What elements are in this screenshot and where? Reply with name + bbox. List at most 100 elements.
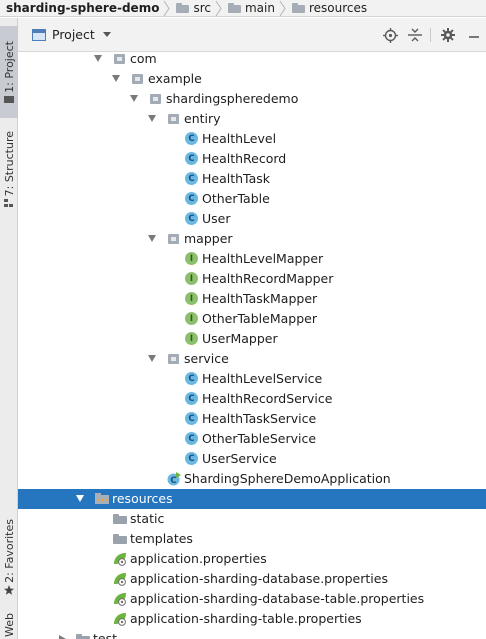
tree-node-label: ShardingSphereDemoApplication — [184, 471, 391, 486]
tree-node-interface[interactable]: I UserMapper — [18, 329, 486, 349]
collapse-icon — [408, 28, 422, 42]
tree-node-label: application-sharding-table.properties — [130, 611, 362, 626]
package-icon — [168, 234, 179, 244]
tree-node-label: OtherTableService — [202, 431, 317, 446]
tool-window-strip: 1: Project 7: Structure 2: Favorites Web — [0, 18, 18, 639]
tab-favorites-label: 2: Favorites — [2, 519, 16, 583]
tab-favorites[interactable]: 2: Favorites — [0, 515, 18, 599]
tree-node-interface[interactable]: I HealthRecordMapper — [18, 269, 486, 289]
tree-node-interface[interactable]: I HealthTaskMapper — [18, 289, 486, 309]
interface-icon: I — [185, 272, 198, 285]
project-view-label: Project — [52, 27, 95, 42]
tree-node-label: OtherTableMapper — [202, 311, 317, 326]
breadcrumb-src[interactable]: src — [176, 0, 228, 17]
folder-icon — [113, 514, 127, 524]
star-icon — [4, 584, 14, 595]
settings-button[interactable] — [440, 27, 456, 43]
expand-arrow-icon[interactable] — [112, 75, 120, 82]
chevron-right-icon — [279, 0, 286, 16]
tree-node-interface[interactable]: I OtherTableMapper — [18, 309, 486, 329]
tree-node-class[interactable]: C HealthTaskService — [18, 409, 486, 429]
spring-properties-icon — [114, 613, 126, 626]
tab-structure[interactable]: 7: Structure — [0, 126, 18, 212]
crosshair-icon — [382, 27, 398, 43]
tree-node-class[interactable]: C User — [18, 209, 486, 229]
tree-node-properties-file[interactable]: application-sharding-database.properties — [18, 569, 486, 589]
expand-arrow-icon[interactable] — [76, 495, 84, 502]
tab-web-label: Web — [2, 613, 16, 637]
breadcrumb-resources[interactable]: resources — [291, 0, 368, 17]
tree-node-label: application-sharding-database.properties — [130, 571, 388, 586]
expand-arrow-icon[interactable] — [148, 235, 156, 242]
tree-node-service[interactable]: service — [18, 349, 486, 369]
locate-button[interactable] — [382, 27, 398, 43]
collapse-all-button[interactable] — [407, 27, 423, 43]
tree-node-templates[interactable]: templates — [18, 529, 486, 549]
class-icon: C — [185, 172, 198, 185]
resources-folder-icon — [291, 3, 305, 13]
spring-properties-icon — [114, 553, 126, 566]
tree-node-properties-file[interactable]: application.properties — [18, 549, 486, 569]
tree-node-label: HealthTask — [202, 171, 271, 186]
tree-node-entiry[interactable]: entiry — [18, 109, 486, 129]
tree-node-label: UserService — [202, 451, 277, 466]
tree-node-label: application-sharding-database-table.prop… — [130, 591, 425, 606]
hide-panel-button[interactable] — [466, 27, 482, 43]
tree-node-class[interactable]: C OtherTable — [18, 189, 486, 209]
tree-node-class[interactable]: C HealthRecordService — [18, 389, 486, 409]
tree-node-application-class[interactable]: C ShardingSphereDemoApplication — [18, 469, 486, 489]
expand-arrow-icon[interactable] — [94, 55, 102, 62]
tab-project[interactable]: 1: Project — [0, 26, 18, 118]
tree-node-interface[interactable]: I HealthLevelMapper — [18, 249, 486, 269]
breadcrumb-project[interactable]: sharding-sphere-demo — [6, 0, 176, 17]
tree-node-mapper[interactable]: mapper — [18, 229, 486, 249]
folder-icon — [113, 534, 127, 544]
tree-node-class[interactable]: C HealthLevelService — [18, 369, 486, 389]
chevron-right-icon — [215, 0, 222, 16]
chevron-right-icon — [164, 0, 171, 16]
tree-node-label: HealthTaskMapper — [202, 291, 318, 306]
expand-arrow-icon[interactable] — [130, 95, 138, 102]
svg-text:C: C — [170, 476, 176, 486]
package-icon — [150, 94, 161, 104]
tree-node-test[interactable]: test — [18, 629, 486, 639]
breadcrumb-main[interactable]: main — [227, 0, 292, 17]
class-icon: C — [185, 412, 198, 425]
tab-web[interactable]: Web — [0, 610, 18, 639]
breadcrumb-resources-label: resources — [308, 1, 368, 15]
tree-node-properties-file[interactable]: application-sharding-database-table.prop… — [18, 589, 486, 609]
tree-node-class[interactable]: C HealthTask — [18, 169, 486, 189]
package-icon — [114, 54, 125, 64]
project-tree[interactable]: com example shardingspheredemo entiry C … — [18, 49, 486, 639]
spring-properties-icon — [114, 573, 126, 586]
tree-node-class[interactable]: C HealthRecord — [18, 149, 486, 169]
breadcrumb-main-label: main — [244, 1, 275, 15]
tree-node-class[interactable]: C HealthLevel — [18, 129, 486, 149]
spring-boot-class-icon: C — [167, 472, 181, 486]
resources-folder-icon — [95, 493, 109, 504]
expand-arrow-icon[interactable] — [148, 355, 156, 362]
tree-node-label: resources — [112, 491, 173, 506]
tree-node-shardingspheredemo[interactable]: shardingspheredemo — [18, 89, 486, 109]
tree-node-label: HealthRecordService — [202, 391, 333, 406]
project-view-dropdown[interactable]: Project — [28, 24, 115, 46]
class-icon: C — [185, 212, 198, 225]
tree-node-static[interactable]: static — [18, 509, 486, 529]
tree-node-label: application.properties — [130, 551, 267, 566]
tree-node-com[interactable]: com — [18, 49, 486, 69]
tree-node-resources[interactable]: resources — [18, 489, 486, 509]
folder-icon — [4, 95, 14, 103]
tree-node-class[interactable]: C OtherTableService — [18, 429, 486, 449]
interface-icon: I — [185, 252, 198, 265]
breadcrumb-project-label: sharding-sphere-demo — [6, 1, 160, 15]
expand-arrow-icon[interactable] — [148, 115, 156, 122]
collapsed-arrow-icon[interactable] — [59, 635, 66, 639]
project-window-icon — [32, 28, 46, 41]
tree-node-label: mapper — [184, 231, 233, 246]
tree-node-example[interactable]: example — [18, 69, 486, 89]
project-toolbar: Project — [18, 18, 486, 52]
tree-node-class[interactable]: C UserService — [18, 449, 486, 469]
tree-node-label: HealthLevelService — [202, 371, 323, 386]
class-icon: C — [185, 192, 198, 205]
tree-node-properties-file[interactable]: application-sharding-table.properties — [18, 609, 486, 629]
